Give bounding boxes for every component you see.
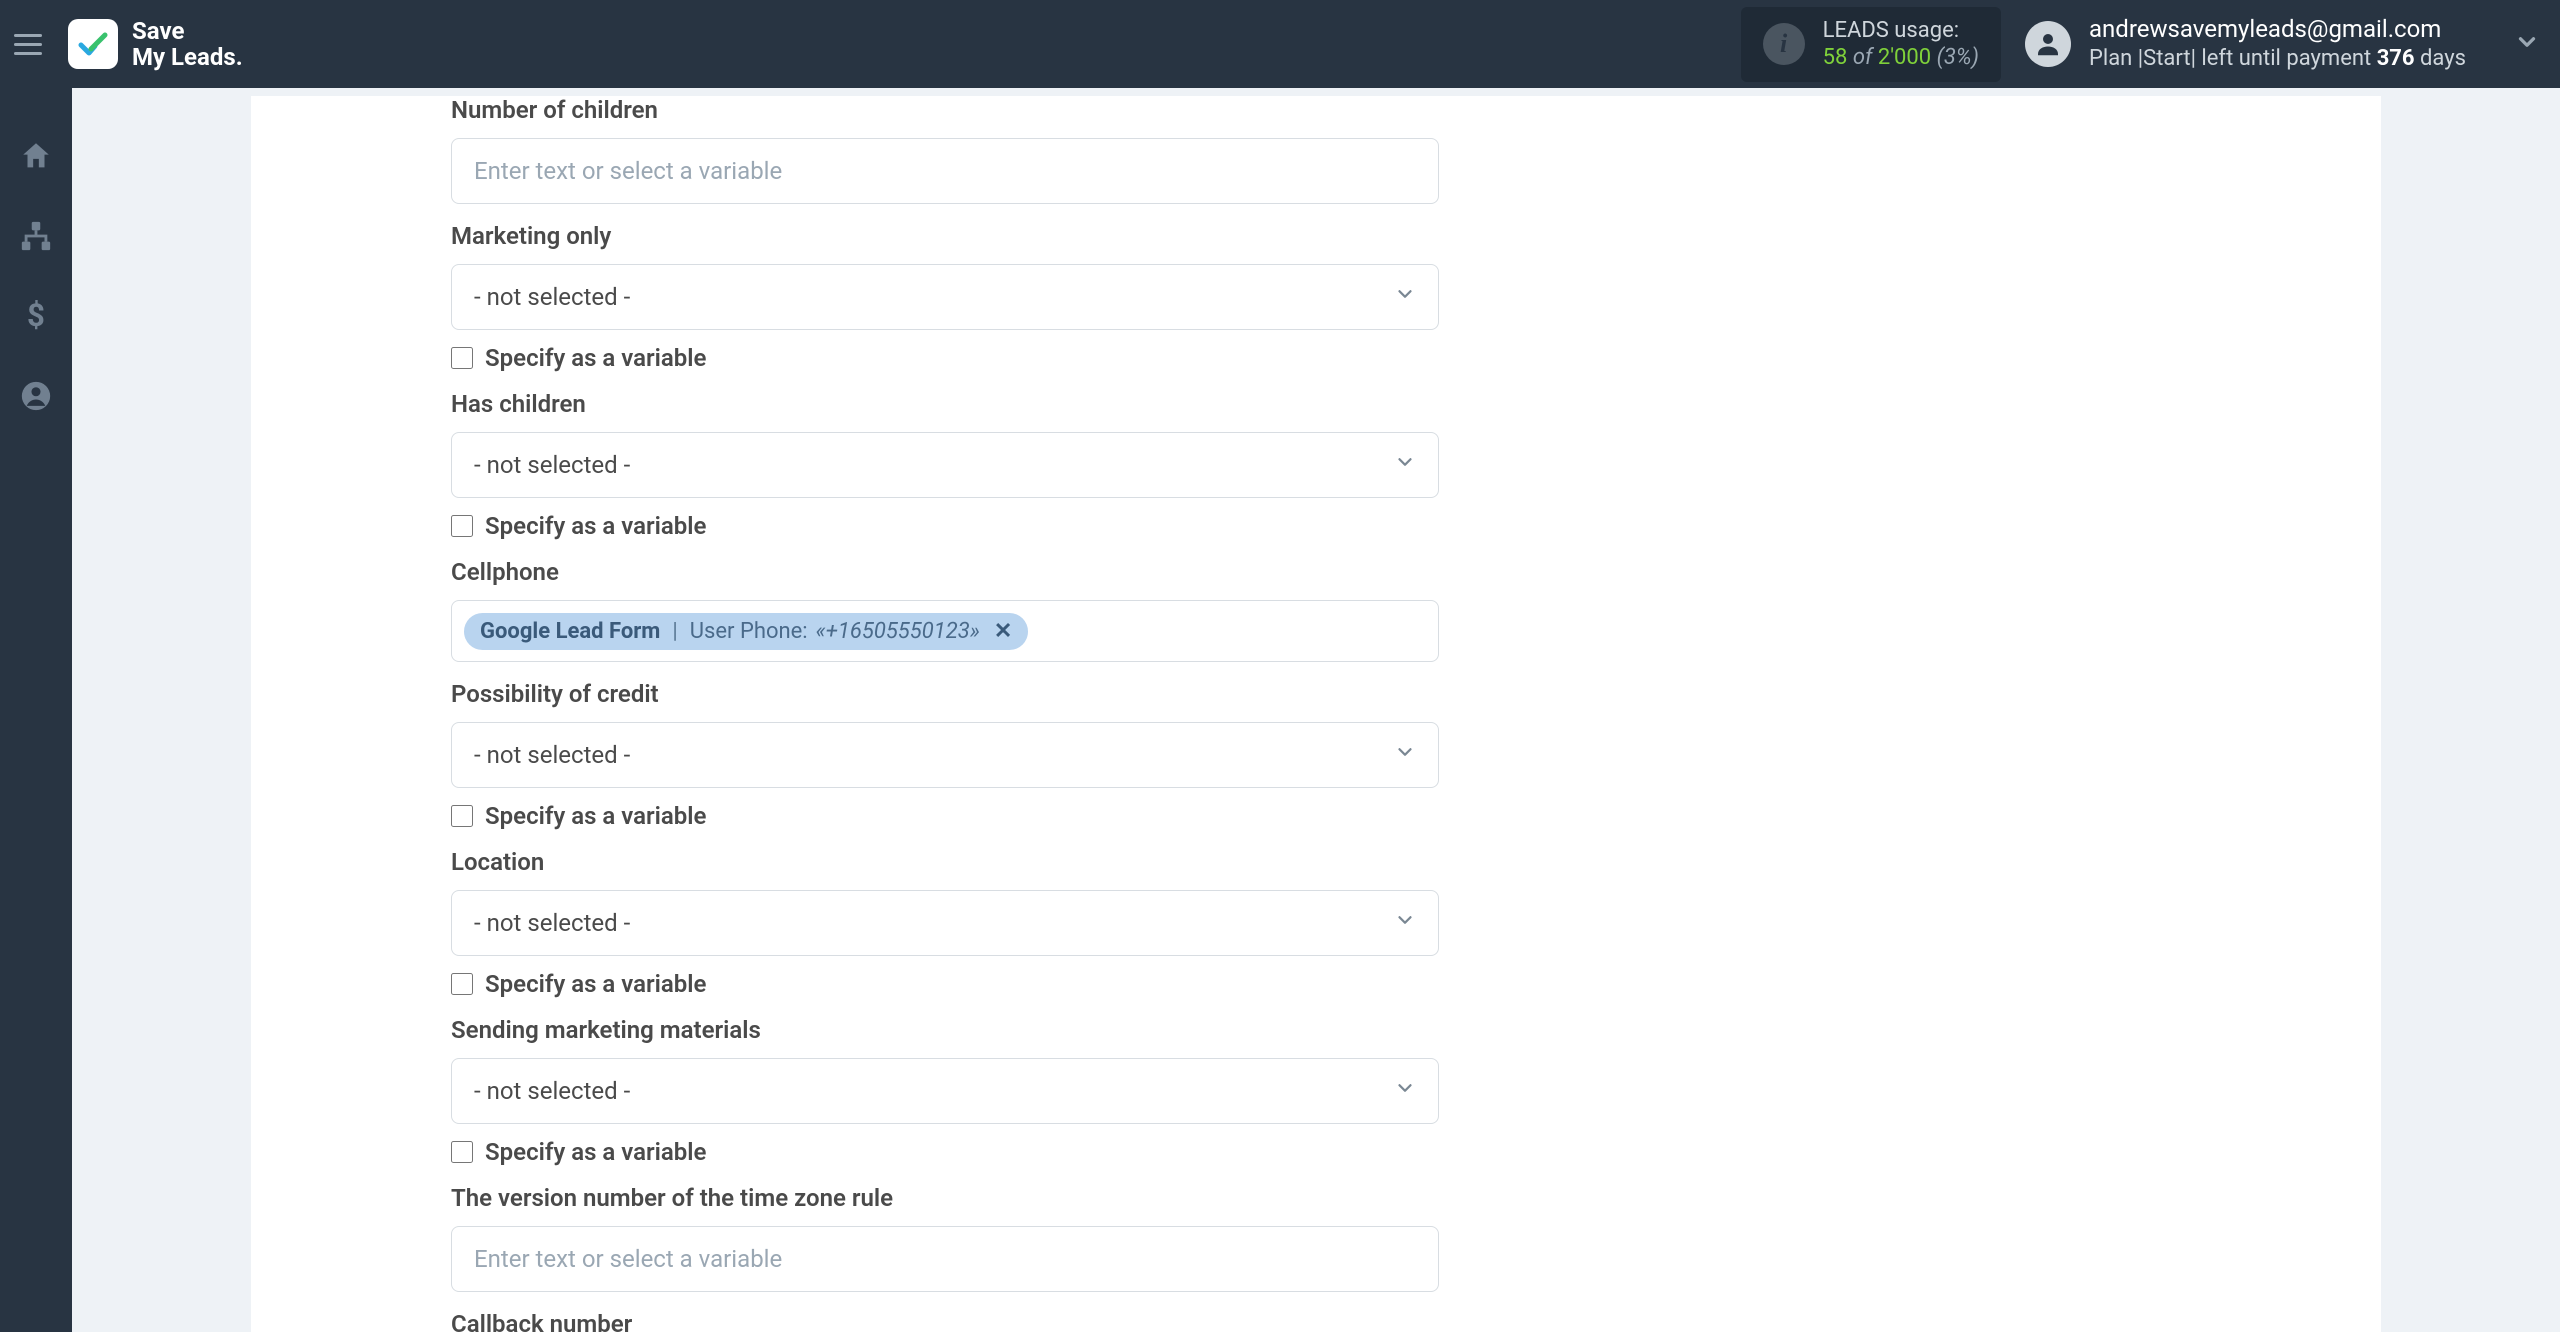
token-field: User Phone: [690, 619, 808, 644]
logo-line1: Save [132, 18, 243, 44]
user-text: andrewsavemyleads@gmail.com Plan |Start|… [2089, 14, 2466, 74]
chevron-down-icon [1394, 451, 1416, 479]
leads-usage-text: LEADS usage: 58 of 2'000 (3%) [1823, 17, 1979, 72]
label-number-of-children: Number of children [451, 96, 1439, 124]
account-icon[interactable] [16, 376, 56, 416]
hamburger-menu-button[interactable] [14, 26, 50, 62]
home-icon[interactable] [16, 136, 56, 176]
integrations-icon[interactable] [16, 216, 56, 256]
select-sending-marketing-value: - not selected - [474, 1077, 630, 1105]
chevron-down-icon [1394, 909, 1416, 937]
field-has-children: Has children - not selected - Specify as… [451, 390, 1439, 540]
label-location: Location [451, 848, 1439, 876]
logo-line2: My Leads. [132, 44, 243, 70]
app-logo-text: Save My Leads. [132, 18, 243, 71]
leads-pct: (3%) [1937, 45, 1979, 70]
specify-var-label: Specify as a variable [485, 512, 706, 540]
checkbox-has-children-specify[interactable] [451, 515, 473, 537]
field-timezone-version: The version number of the time zone rule [451, 1184, 1439, 1292]
label-cellphone: Cellphone [451, 558, 1439, 586]
specify-var-has-children[interactable]: Specify as a variable [451, 512, 1439, 540]
label-callback-number: Callback number [451, 1310, 1439, 1332]
select-marketing-only[interactable]: - not selected - [451, 264, 1439, 330]
specify-var-label: Specify as a variable [485, 970, 706, 998]
select-location-value: - not selected - [474, 909, 630, 937]
select-marketing-only-value: - not selected - [474, 283, 630, 311]
specify-var-sending-marketing[interactable]: Specify as a variable [451, 1138, 1439, 1166]
specify-var-location[interactable]: Specify as a variable [451, 970, 1439, 998]
checkbox-location-specify[interactable] [451, 973, 473, 995]
select-has-children[interactable]: - not selected - [451, 432, 1439, 498]
specify-var-possibility-of-credit[interactable]: Specify as a variable [451, 802, 1439, 830]
chevron-down-icon [1394, 1077, 1416, 1105]
input-cellphone[interactable]: Google Lead Form | User Phone: «+1650555… [451, 600, 1439, 662]
main-area: Number of children Marketing only - not … [72, 88, 2560, 1332]
token-source: Google Lead Form [480, 619, 660, 644]
user-plan: Plan |Start| left until payment 376 days [2089, 45, 2466, 74]
leads-usage-label: LEADS usage: [1823, 17, 1979, 45]
field-number-of-children: Number of children [451, 96, 1439, 204]
left-sidebar: $ [0, 88, 72, 1332]
checkbox-marketing-only-specify[interactable] [451, 347, 473, 369]
app-logo-icon [68, 19, 118, 69]
token-value: «+16505550123» [816, 619, 980, 644]
field-possibility-of-credit: Possibility of credit - not selected - S… [451, 680, 1439, 830]
input-timezone-version[interactable] [451, 1226, 1439, 1292]
billing-icon[interactable]: $ [16, 296, 56, 336]
token-separator: | [672, 619, 677, 644]
leads-usage-value: 58 of 2'000 (3%) [1823, 44, 1979, 72]
label-sending-marketing: Sending marketing materials [451, 1016, 1439, 1044]
field-sending-marketing: Sending marketing materials - not select… [451, 1016, 1439, 1166]
label-has-children: Has children [451, 390, 1439, 418]
token-remove-icon[interactable]: ✕ [994, 619, 1012, 644]
checkbox-sending-marketing-specify[interactable] [451, 1141, 473, 1163]
chevron-down-icon[interactable] [2514, 29, 2540, 59]
chevron-down-icon [1394, 283, 1416, 311]
leads-used: 58 [1823, 45, 1848, 70]
select-possibility-of-credit[interactable]: - not selected - [451, 722, 1439, 788]
select-location[interactable]: - not selected - [451, 890, 1439, 956]
user-email: andrewsavemyleads@gmail.com [2089, 14, 2466, 45]
specify-var-label: Specify as a variable [485, 344, 706, 372]
input-number-of-children[interactable] [451, 138, 1439, 204]
field-location: Location - not selected - Specify as a v… [451, 848, 1439, 998]
select-possibility-of-credit-value: - not selected - [474, 741, 630, 769]
select-sending-marketing[interactable]: - not selected - [451, 1058, 1439, 1124]
field-callback-number: Callback number [451, 1310, 1439, 1332]
chevron-down-icon [1394, 741, 1416, 769]
label-timezone-version: The version number of the time zone rule [451, 1184, 1439, 1212]
label-possibility-of-credit: Possibility of credit [451, 680, 1439, 708]
info-icon: i [1763, 23, 1805, 65]
variable-token-cellphone[interactable]: Google Lead Form | User Phone: «+1650555… [464, 613, 1028, 650]
user-avatar-icon [2025, 21, 2071, 67]
specify-var-label: Specify as a variable [485, 802, 706, 830]
svg-text:$: $ [27, 299, 45, 333]
checkbox-possibility-of-credit-specify[interactable] [451, 805, 473, 827]
leads-usage-panel[interactable]: i LEADS usage: 58 of 2'000 (3%) [1741, 7, 2001, 82]
specify-var-label: Specify as a variable [485, 1138, 706, 1166]
top-header: Save My Leads. i LEADS usage: 58 of 2'00… [0, 0, 2560, 88]
form-card: Number of children Marketing only - not … [251, 96, 2381, 1332]
select-has-children-value: - not selected - [474, 451, 630, 479]
field-marketing-only: Marketing only - not selected - Specify … [451, 222, 1439, 372]
leads-total: 2'000 [1878, 45, 1931, 70]
user-menu[interactable]: andrewsavemyleads@gmail.com Plan |Start|… [2025, 14, 2540, 74]
label-marketing-only: Marketing only [451, 222, 1439, 250]
leads-of: of [1853, 45, 1878, 70]
field-cellphone: Cellphone Google Lead Form | User Phone:… [451, 558, 1439, 662]
specify-var-marketing-only[interactable]: Specify as a variable [451, 344, 1439, 372]
